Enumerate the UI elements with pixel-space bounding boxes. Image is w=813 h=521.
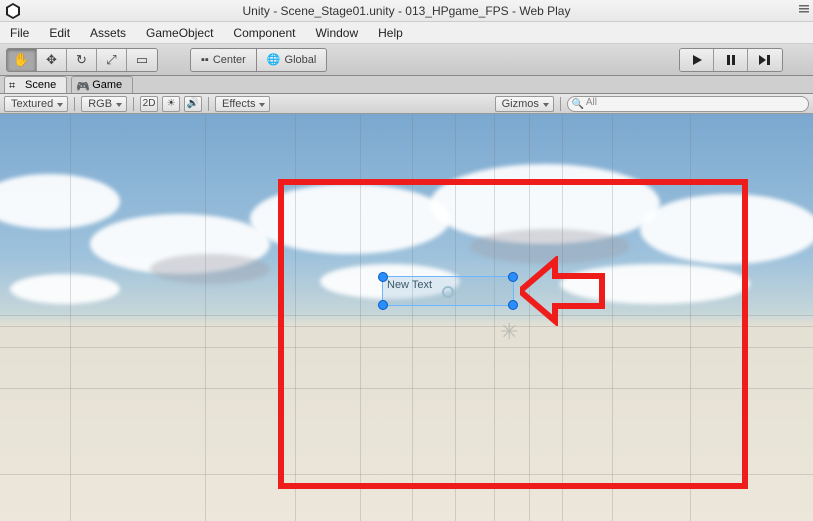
scene-tab-icon: ⌗: [9, 80, 15, 93]
pivot-center-button[interactable]: ▪▪ Center: [190, 48, 257, 72]
hierarchy-search-input[interactable]: 🔍 All: [567, 96, 809, 112]
toggle-2d-button[interactable]: 2D: [140, 96, 158, 112]
panel-tabbar: ⌗ Scene 🎮 Game: [0, 76, 813, 94]
toggle-audio-button[interactable]: 🔊: [184, 96, 202, 112]
tab-game[interactable]: 🎮 Game: [71, 76, 133, 93]
menu-edit[interactable]: Edit: [39, 26, 80, 40]
divider: [133, 97, 134, 111]
unity-logo-icon: [4, 2, 22, 20]
game-tab-icon: 🎮: [76, 80, 90, 93]
effects-label: Effects: [222, 98, 255, 110]
rotate-icon: ↻: [76, 52, 87, 68]
shading-mode-dropdown[interactable]: Textured: [4, 96, 68, 112]
skybox: [0, 114, 813, 521]
pivot-toggle-group: ▪▪ Center 🌐 Global: [190, 48, 327, 72]
move-tool-button[interactable]: ✥: [37, 49, 67, 71]
pivot-global-label: Global: [285, 54, 317, 66]
globe-icon: 🌐: [267, 53, 281, 66]
menu-gameobject[interactable]: GameObject: [136, 26, 223, 40]
step-icon: [758, 54, 772, 66]
hand-icon: ✋: [13, 52, 29, 68]
menu-component[interactable]: Component: [223, 26, 305, 40]
pause-button[interactable]: [714, 49, 748, 71]
resize-handle-bottom-left[interactable]: [378, 300, 388, 310]
scene-viewport[interactable]: New Text ✳: [0, 114, 813, 521]
rotate-tool-button[interactable]: ↻: [67, 49, 97, 71]
divider: [560, 97, 561, 111]
divider: [208, 97, 209, 111]
recttransform-pivot-icon: [441, 285, 455, 299]
tab-scene-label: Scene: [25, 79, 56, 91]
play-button[interactable]: [680, 49, 714, 71]
audio-icon: 🔊: [187, 98, 199, 109]
panel-context-menu-button[interactable]: [797, 2, 811, 16]
menu-assets[interactable]: Assets: [80, 26, 136, 40]
toolbar: ✋ ✥ ↻ ⤢ ▭ ▪▪ Center 🌐 Global: [0, 44, 813, 76]
search-icon: 🔍: [572, 99, 584, 110]
resize-handle-top-right[interactable]: [508, 272, 518, 282]
selected-text-object[interactable]: New Text: [382, 276, 514, 306]
light-gizmo-icon[interactable]: ✳: [500, 319, 518, 345]
search-placeholder: All: [586, 97, 597, 108]
window-title: Unity - Scene_Stage01.unity - 013_HPgame…: [243, 4, 571, 18]
gizmos-label: Gizmos: [502, 98, 539, 110]
play-icon: [691, 54, 703, 66]
toggle-lighting-button[interactable]: ☀: [162, 96, 180, 112]
render-mode-label: RGB: [88, 98, 112, 110]
rect-tool-button[interactable]: ▭: [127, 49, 157, 71]
scale-icon: ⤢: [106, 52, 116, 68]
shading-mode-label: Textured: [11, 98, 53, 110]
sun-icon: ☀: [167, 98, 176, 109]
scene-view-toolbar: Textured RGB 2D ☀ 🔊 Effects Gizmos 🔍 All: [0, 94, 813, 114]
center-icon: ▪▪: [201, 54, 209, 66]
window-titlebar: Unity - Scene_Stage01.unity - 013_HPgame…: [0, 0, 813, 22]
step-button[interactable]: [748, 49, 782, 71]
menu-window[interactable]: Window: [305, 26, 368, 40]
play-controls: [679, 48, 783, 72]
resize-handle-top-left[interactable]: [378, 272, 388, 282]
pivot-global-button[interactable]: 🌐 Global: [257, 48, 328, 72]
toggle-2d-label: 2D: [143, 98, 156, 109]
resize-handle-bottom-right[interactable]: [508, 300, 518, 310]
effects-dropdown[interactable]: Effects: [215, 96, 270, 112]
rect-icon: ▭: [136, 52, 148, 68]
menu-help[interactable]: Help: [368, 26, 413, 40]
menubar: File Edit Assets GameObject Component Wi…: [0, 22, 813, 44]
move-icon: ✥: [46, 52, 57, 68]
tab-scene[interactable]: ⌗ Scene: [4, 76, 67, 93]
menu-file[interactable]: File: [0, 26, 39, 40]
pivot-center-label: Center: [213, 54, 246, 66]
pause-icon: [725, 54, 737, 66]
scale-tool-button[interactable]: ⤢: [97, 49, 127, 71]
tab-game-label: Game: [92, 79, 122, 91]
gizmos-dropdown[interactable]: Gizmos: [495, 96, 554, 112]
transform-tools: ✋ ✥ ↻ ⤢ ▭: [6, 48, 158, 72]
divider: [74, 97, 75, 111]
render-mode-dropdown[interactable]: RGB: [81, 96, 127, 112]
hand-tool-button[interactable]: ✋: [7, 49, 37, 71]
